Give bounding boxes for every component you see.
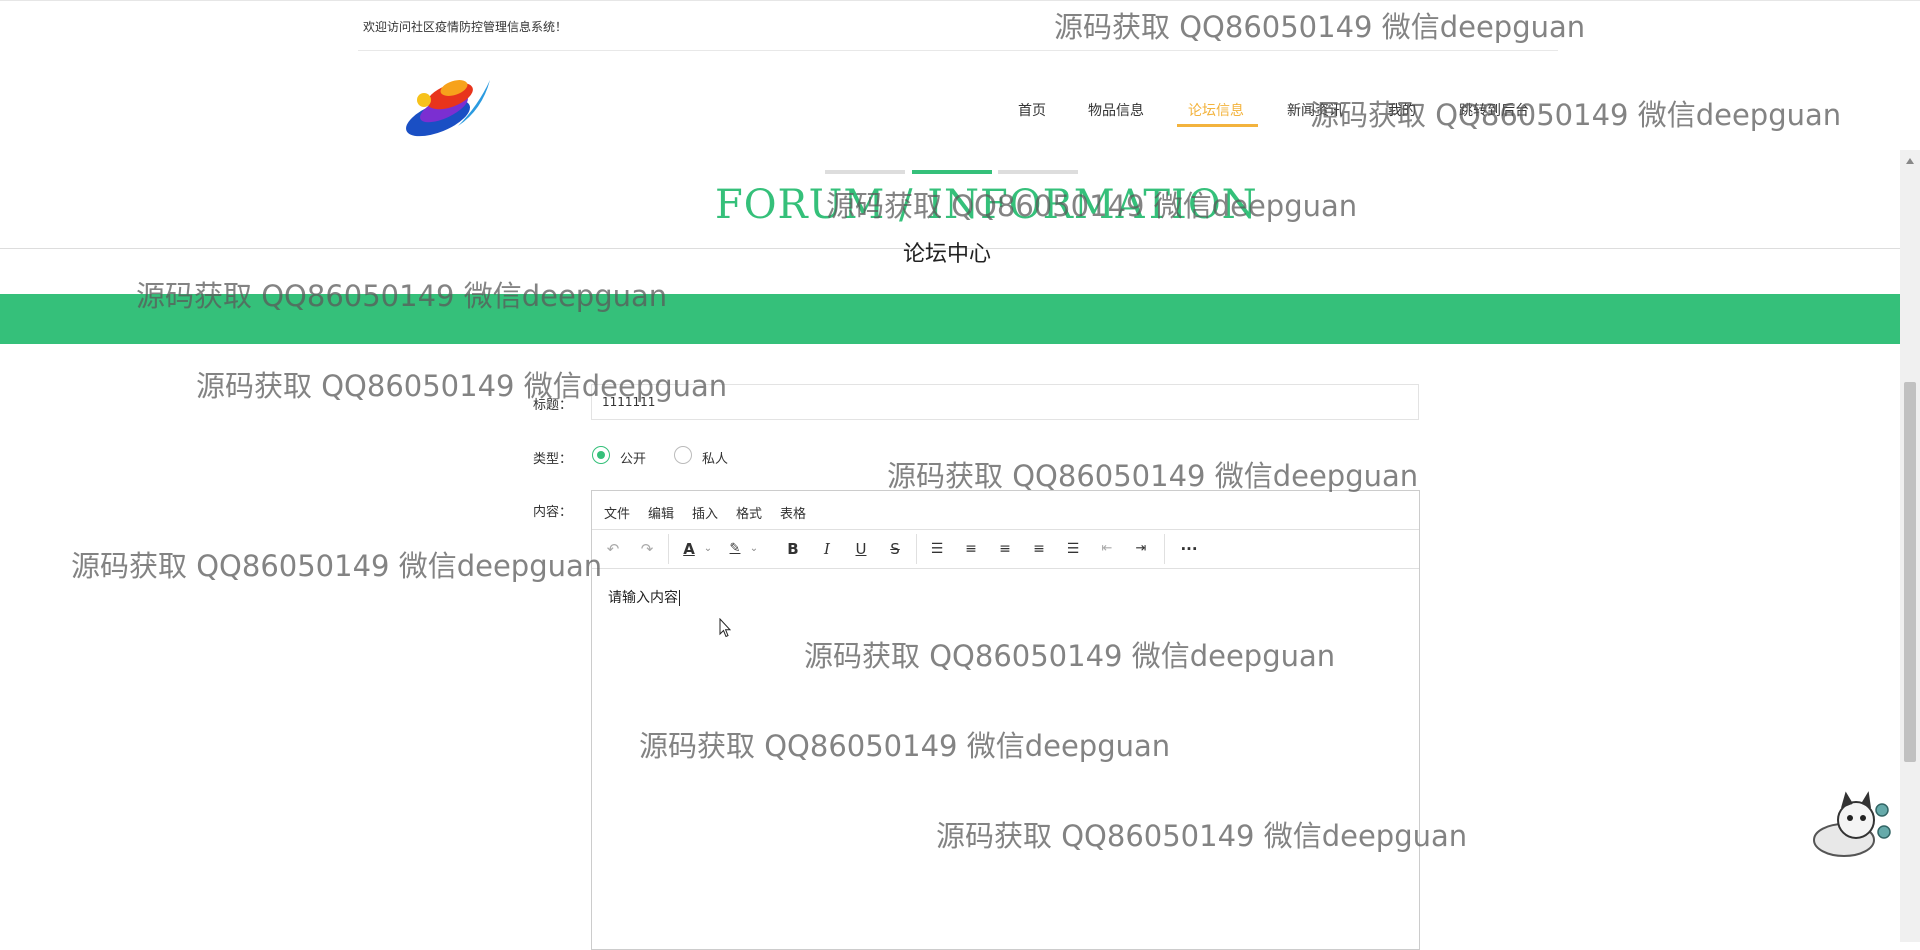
scrollbar-thumb[interactable] xyxy=(1904,382,1916,762)
more-icon[interactable]: ··· xyxy=(1174,538,1204,560)
cat-mascot-icon[interactable] xyxy=(1808,788,1892,862)
menu-format[interactable]: 格式 xyxy=(736,503,762,522)
green-banner xyxy=(0,294,1900,344)
section-title-cn: 论坛中心 xyxy=(903,242,992,267)
section-tab-left xyxy=(825,170,905,174)
underline-icon[interactable]: U xyxy=(850,538,872,560)
watermark: 源码获取 QQ86050149 微信deepguan xyxy=(887,459,1419,493)
type-private-radio[interactable] xyxy=(674,446,692,464)
align-right-icon[interactable]: ≡ xyxy=(1028,538,1050,560)
type-public-label[interactable]: 公开 xyxy=(620,448,646,467)
nav-item-home[interactable]: 首页 xyxy=(1018,100,1046,120)
menu-edit[interactable]: 编辑 xyxy=(648,503,674,522)
nav-item-forum[interactable]: 论坛信息 xyxy=(1188,100,1244,120)
nav-item-goods[interactable]: 物品信息 xyxy=(1088,100,1144,120)
welcome-text: 欢迎访问社区疫情防控管理信息系统！ xyxy=(363,20,568,34)
type-label: 类型： xyxy=(533,452,573,467)
bold-icon[interactable]: B xyxy=(782,538,804,560)
mouse-cursor-icon xyxy=(719,618,731,638)
toolbar-separator xyxy=(1164,534,1165,564)
align-justify-icon[interactable]: ☰ xyxy=(1062,538,1084,560)
toolbar-separator xyxy=(668,534,669,564)
watermark: 源码获取 QQ86050149 微信deepguan xyxy=(71,549,603,583)
title-input[interactable]: 1111111 xyxy=(591,384,1419,420)
type-public-radio[interactable] xyxy=(592,446,610,464)
type-private-label[interactable]: 私人 xyxy=(702,448,728,467)
chevron-down-icon[interactable]: ⌄ xyxy=(748,538,760,560)
watermark: 源码获取 QQ86050149 微信deepguan xyxy=(1054,10,1586,44)
text-color-icon[interactable]: A xyxy=(678,538,700,560)
title-label: 标题： xyxy=(533,398,573,413)
menu-table[interactable]: 表格 xyxy=(780,503,806,522)
align-center-icon[interactable]: ≡ xyxy=(994,538,1016,560)
section-tab-right xyxy=(998,170,1078,174)
main-nav: 首页 物品信息 论坛信息 新闻资讯 我的 跳转到后台 xyxy=(0,98,1920,138)
align-left-icon[interactable]: ≡ xyxy=(960,538,982,560)
editor-content[interactable]: 请输入内容 xyxy=(608,587,680,607)
menu-insert[interactable]: 插入 xyxy=(692,503,718,522)
editor-menubar: 文件 编辑 插入 格式 表格 xyxy=(592,491,1419,530)
strikethrough-icon[interactable]: S xyxy=(884,538,906,560)
highlight-color-icon[interactable]: ✎ xyxy=(724,538,746,560)
nav-item-admin[interactable]: 跳转到后台 xyxy=(1459,100,1529,120)
rich-text-editor[interactable]: 文件 编辑 插入 格式 表格 ↶ ↷ A ⌄ ✎ ⌄ B I U S ☰ ≡ ≡… xyxy=(591,490,1420,950)
editor-toolbar: ↶ ↷ A ⌄ ✎ ⌄ B I U S ☰ ≡ ≡ ≡ ☰ ⇤ ⇥ ··· xyxy=(592,530,1419,569)
bullet-list-icon[interactable]: ☰ xyxy=(926,538,948,560)
indent-icon[interactable]: ⇥ xyxy=(1130,538,1152,560)
chevron-down-icon[interactable]: ⌄ xyxy=(702,538,714,560)
section-tab-active xyxy=(912,170,992,174)
nav-item-mine[interactable]: 我的 xyxy=(1388,100,1416,120)
menu-file[interactable]: 文件 xyxy=(604,503,630,522)
header-divider xyxy=(358,50,1558,51)
outdent-icon[interactable]: ⇤ xyxy=(1096,538,1118,560)
scroll-up-icon[interactable] xyxy=(1906,158,1914,164)
toolbar-separator xyxy=(916,534,917,564)
top-border xyxy=(0,0,1920,5)
text-caret xyxy=(679,590,680,606)
redo-icon[interactable]: ↷ xyxy=(636,538,658,560)
nav-item-news[interactable]: 新闻资讯 xyxy=(1287,100,1343,120)
italic-icon[interactable]: I xyxy=(816,538,838,560)
editor-text: 请输入内容 xyxy=(608,590,678,606)
nav-active-indicator xyxy=(1177,124,1258,127)
section-title-en: FORUM / INFORMATION xyxy=(715,182,1258,228)
content-label: 内容： xyxy=(533,505,573,520)
undo-icon[interactable]: ↶ xyxy=(602,538,624,560)
page-scrollbar[interactable] xyxy=(1900,150,1920,942)
